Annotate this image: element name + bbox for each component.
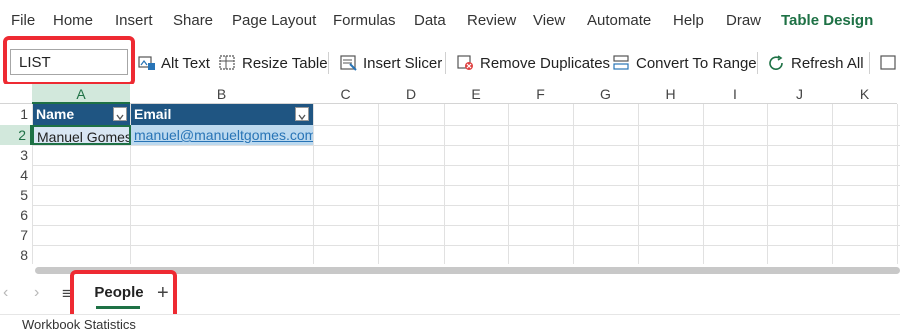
- resize-table-button[interactable]: Resize Table: [219, 51, 328, 75]
- column-header-i[interactable]: I: [703, 84, 767, 104]
- column-header-g[interactable]: G: [573, 84, 638, 104]
- table-header-email[interactable]: Email: [131, 104, 313, 125]
- gridline: [378, 104, 379, 264]
- row-header-7[interactable]: 7: [0, 225, 32, 245]
- column-header-j[interactable]: J: [767, 84, 832, 104]
- alt-text-label: Alt Text: [161, 54, 210, 72]
- menu-view[interactable]: View: [533, 12, 565, 29]
- filter-dropdown-icon[interactable]: [113, 107, 127, 121]
- column-header-f[interactable]: F: [508, 84, 573, 104]
- gridline: [573, 104, 574, 264]
- alt-text-button[interactable]: Alt Text: [138, 51, 210, 75]
- gridline: [767, 104, 768, 264]
- row-header-6[interactable]: 6: [0, 205, 32, 225]
- select-all-corner[interactable]: [0, 84, 32, 104]
- menu-data[interactable]: Data: [414, 12, 446, 29]
- prev-sheet-icon[interactable]: ‹: [3, 284, 8, 302]
- row-header-2[interactable]: 2: [0, 125, 32, 145]
- menu-formulas[interactable]: Formulas: [333, 12, 396, 29]
- menu-page-layout[interactable]: Page Layout: [232, 12, 316, 29]
- row-header-4[interactable]: 4: [0, 165, 32, 185]
- refresh-all-button[interactable]: Refresh All: [768, 51, 864, 75]
- gridline: [703, 104, 704, 264]
- gridline: [32, 205, 900, 206]
- column-header-d[interactable]: D: [378, 84, 444, 104]
- menu-review[interactable]: Review: [467, 12, 516, 29]
- menu-bar: File Home Insert Share Page Layout Formu…: [0, 0, 900, 42]
- column-header-a[interactable]: A: [32, 84, 130, 104]
- remove-duplicates-button[interactable]: Remove Duplicates: [457, 51, 610, 75]
- table-header-name[interactable]: Name: [33, 104, 130, 125]
- column-header-b[interactable]: B: [130, 84, 313, 104]
- gridline: [638, 104, 639, 264]
- menu-insert[interactable]: Insert: [115, 12, 153, 29]
- gridline: [32, 165, 900, 166]
- refresh-all-label: Refresh All: [791, 54, 864, 72]
- remove-duplicates-icon: [457, 55, 473, 70]
- refresh-icon: [769, 55, 783, 70]
- convert-to-range-icon: [613, 55, 629, 70]
- convert-to-range-label: Convert To Range: [636, 54, 757, 72]
- cell-b2-email[interactable]: manuel@manueltgomes.com: [131, 125, 313, 145]
- convert-to-range-button[interactable]: Convert To Range: [613, 51, 757, 75]
- menu-share[interactable]: Share: [173, 12, 213, 29]
- row-header-1[interactable]: 1: [0, 104, 32, 125]
- insert-slicer-icon: [340, 55, 357, 71]
- gridline: [508, 104, 509, 264]
- gridline: [444, 104, 445, 264]
- alt-text-icon: [138, 56, 155, 70]
- table-header-name-label: Name: [36, 106, 75, 122]
- menu-table-design[interactable]: Table Design: [781, 12, 873, 29]
- table-icon: [880, 55, 896, 70]
- menu-file[interactable]: File: [11, 12, 35, 29]
- menu-automate[interactable]: Automate: [587, 12, 651, 29]
- ribbon-toolbar: LIST Alt Text Resize Table Insert Slicer: [0, 42, 900, 84]
- more-ribbon-button[interactable]: [880, 51, 900, 75]
- table-header-email-label: Email: [134, 106, 172, 122]
- gridline: [32, 185, 900, 186]
- resize-table-icon: [219, 55, 235, 70]
- gridline: [32, 225, 900, 226]
- gridline: [32, 145, 900, 146]
- gridline: [313, 104, 314, 264]
- ribbon-separator: [328, 52, 329, 74]
- workbook-statistics-button[interactable]: Workbook Statistics: [22, 317, 136, 332]
- status-bar: Workbook Statistics: [0, 314, 900, 335]
- next-sheet-icon[interactable]: ›: [34, 284, 39, 302]
- menu-home[interactable]: Home: [53, 12, 93, 29]
- ribbon-separator: [869, 52, 870, 74]
- cell-a2-name[interactable]: Manuel Gomes: [32, 125, 131, 145]
- gridline: [832, 104, 833, 264]
- menu-help[interactable]: Help: [673, 12, 704, 29]
- gridline: [32, 245, 900, 246]
- column-header-e[interactable]: E: [444, 84, 508, 104]
- column-header-h[interactable]: H: [638, 84, 703, 104]
- filter-dropdown-icon[interactable]: [295, 107, 309, 121]
- callout-highlight-namebox: [3, 36, 135, 86]
- row-header-3[interactable]: 3: [0, 145, 32, 165]
- gridline: [897, 104, 898, 264]
- column-header-c[interactable]: C: [313, 84, 378, 104]
- ribbon-separator: [445, 52, 446, 74]
- resize-table-label: Resize Table: [242, 54, 328, 72]
- ribbon-separator: [757, 52, 758, 74]
- insert-slicer-label: Insert Slicer: [363, 54, 443, 72]
- menu-draw[interactable]: Draw: [726, 12, 761, 29]
- row-header-8[interactable]: 8: [0, 245, 32, 265]
- remove-duplicates-label: Remove Duplicates: [480, 54, 611, 72]
- column-header-k[interactable]: K: [832, 84, 897, 104]
- insert-slicer-button[interactable]: Insert Slicer: [340, 51, 442, 75]
- row-header-5[interactable]: 5: [0, 185, 32, 205]
